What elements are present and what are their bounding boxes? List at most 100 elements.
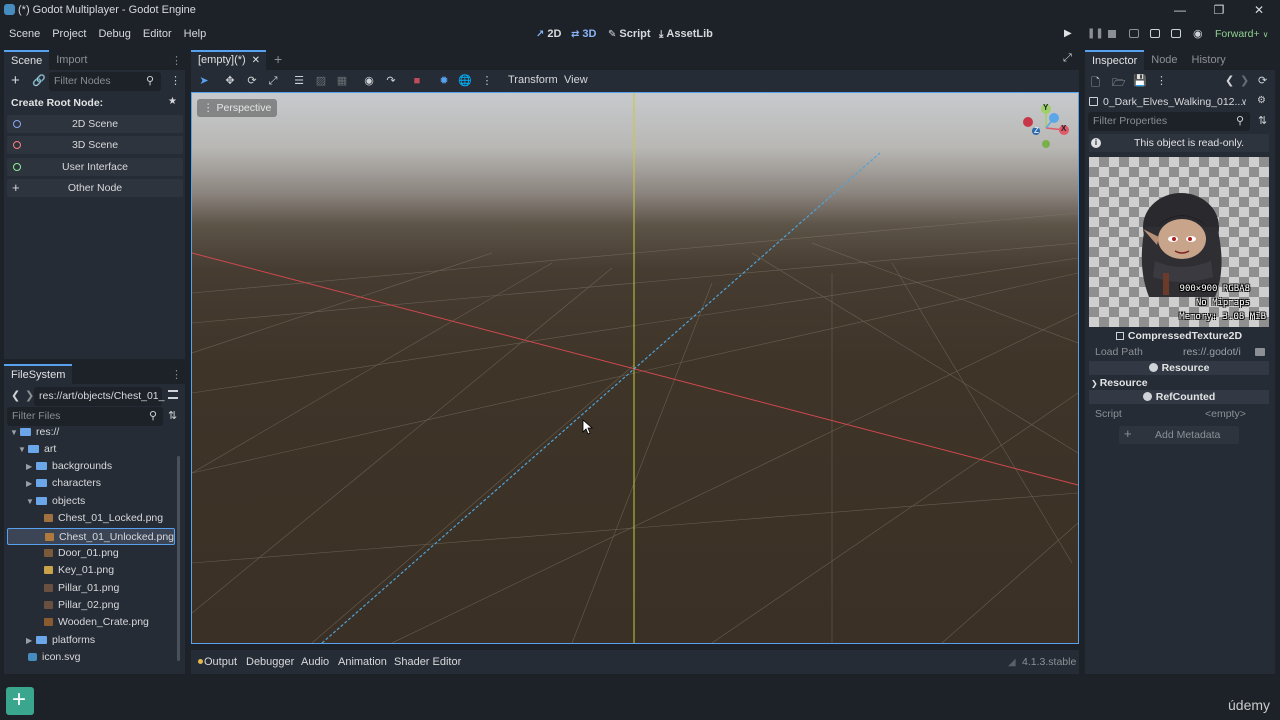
tree-item-pillar-02[interactable]: Pillar_02.png bbox=[7, 597, 175, 614]
maximize-button[interactable]: ❐ bbox=[1199, 0, 1239, 20]
filter-options-icon[interactable]: ⇅ bbox=[1258, 114, 1267, 127]
new-resource-icon[interactable]: 🗋 bbox=[1091, 74, 1100, 93]
lock-icon[interactable]: ▨ bbox=[314, 74, 328, 88]
root-user-interface-button[interactable]: User Interface bbox=[7, 158, 183, 176]
tree-item-chest-locked[interactable]: Chest_01_Locked.png bbox=[7, 510, 175, 527]
dock-menu-icon[interactable]: ⋮ bbox=[171, 54, 182, 67]
split-view-icon[interactable] bbox=[168, 390, 178, 399]
filesystem-path-field[interactable]: res://art/objects/Chest_01_ bbox=[34, 387, 164, 406]
move-tool-icon[interactable]: ✥ bbox=[223, 74, 237, 88]
sort-icon[interactable]: ⇅ bbox=[168, 409, 177, 422]
distraction-free-icon[interactable]: ⤢ bbox=[1063, 52, 1072, 65]
history-forward-icon[interactable]: ❯ bbox=[1240, 74, 1249, 87]
folder-open-icon[interactable] bbox=[1255, 348, 1265, 356]
tree-item-door[interactable]: Door_01.png bbox=[7, 545, 175, 562]
favorites-star-icon[interactable]: ★ bbox=[168, 96, 177, 107]
snap-icon[interactable]: ↷ bbox=[384, 74, 398, 88]
scene-tab-empty[interactable]: [empty](*) ✕ bbox=[191, 50, 266, 70]
filter-properties-input[interactable]: Filter Properties bbox=[1088, 112, 1250, 131]
tree-item-wooden-crate[interactable]: Wooden_Crate.png bbox=[7, 614, 175, 631]
resource-menu-icon[interactable]: ⋮ bbox=[1156, 74, 1167, 87]
resource-group[interactable]: ❯ Resource bbox=[1089, 376, 1269, 390]
local-space-icon[interactable]: ◉ bbox=[362, 74, 376, 88]
remote-debug-icon[interactable] bbox=[1129, 29, 1139, 38]
filesystem-menu-icon[interactable]: ⋮ bbox=[171, 368, 182, 381]
close-tab-icon[interactable]: ✕ bbox=[252, 52, 260, 69]
tab-filesystem[interactable]: FileSystem bbox=[4, 364, 73, 384]
bottom-tab-audio[interactable]: Audio bbox=[301, 656, 329, 668]
play-scene-icon[interactable] bbox=[1150, 29, 1160, 38]
tab-history[interactable]: History bbox=[1185, 50, 1233, 70]
stop-icon[interactable] bbox=[1108, 30, 1116, 38]
add-metadata-button[interactable]: + Add Metadata bbox=[1119, 426, 1239, 444]
menu-scene[interactable]: Scene bbox=[3, 28, 46, 40]
add-tab-icon[interactable]: + bbox=[274, 51, 282, 67]
perspective-button[interactable]: ⋮ Perspective bbox=[197, 99, 278, 117]
script-value[interactable]: <empty> bbox=[1205, 407, 1246, 421]
root-3d-scene-button[interactable]: 3D Scene bbox=[7, 136, 183, 154]
resource-selector[interactable]: 0_Dark_Elves_Walking_012.... ∨ bbox=[1089, 94, 1249, 110]
tree-item-icon-svg[interactable]: icon.svg bbox=[7, 649, 175, 666]
bottom-tab-shader-editor[interactable]: Shader Editor bbox=[394, 656, 461, 668]
object-properties-icon[interactable]: ⚙ bbox=[1257, 95, 1266, 106]
tab-node[interactable]: Node bbox=[1144, 50, 1184, 70]
list-select-icon[interactable]: ☰ bbox=[292, 74, 306, 88]
tab-inspector[interactable]: Inspector bbox=[1085, 50, 1145, 70]
play-custom-scene-icon[interactable] bbox=[1171, 29, 1181, 38]
refcounted-section-header[interactable]: RefCounted bbox=[1089, 390, 1269, 404]
menu-editor[interactable]: Editor bbox=[137, 28, 178, 40]
forward-arrow-icon[interactable]: ❯ bbox=[25, 389, 34, 402]
tree-item-chest-unlocked[interactable]: Chest_01_Unlocked.png bbox=[7, 528, 175, 545]
workspace-2d-button[interactable]: ↗ 2D bbox=[536, 28, 561, 40]
tab-import[interactable]: Import bbox=[49, 50, 94, 70]
menu-help[interactable]: Help bbox=[178, 28, 213, 40]
movie-maker-icon[interactable]: ◉ bbox=[1193, 27, 1203, 40]
tree-item-pillar-01[interactable]: Pillar_01.png bbox=[7, 580, 175, 597]
tab-scene[interactable]: Scene bbox=[4, 50, 50, 70]
add-overlay-button[interactable]: + bbox=[6, 687, 34, 715]
close-button[interactable]: ✕ bbox=[1239, 0, 1279, 20]
link-icon[interactable]: 🔗 bbox=[32, 74, 46, 87]
orientation-gizmo[interactable]: Y X Z bbox=[1020, 102, 1072, 150]
back-arrow-icon[interactable]: ❮ bbox=[11, 389, 20, 402]
transform-menu[interactable]: Transform bbox=[508, 74, 558, 86]
group-icon[interactable]: ▦ bbox=[335, 74, 349, 88]
sun-preview-icon[interactable]: ✹ bbox=[437, 74, 451, 88]
view-menu[interactable]: View bbox=[564, 74, 588, 86]
filesystem-scrollbar[interactable] bbox=[177, 456, 180, 661]
tree-item-objects[interactable]: ▼ objects bbox=[7, 493, 175, 510]
filter-nodes-input[interactable]: Filter Nodes bbox=[49, 72, 161, 91]
workspace-3d-button[interactable]: ⇄ 3D bbox=[571, 28, 596, 40]
root-other-node-button[interactable]: + Other Node bbox=[7, 179, 183, 197]
renderer-select[interactable]: Forward+ ∨ bbox=[1215, 28, 1268, 40]
scene-options-icon[interactable]: ⋮ bbox=[170, 74, 181, 87]
workspace-assetlib-button[interactable]: ⤓ AssetLib bbox=[659, 28, 713, 40]
add-node-icon[interactable]: + bbox=[11, 72, 20, 89]
menu-debug[interactable]: Debug bbox=[92, 28, 136, 40]
tree-item-key[interactable]: Key_01.png bbox=[7, 562, 175, 579]
open-resource-icon[interactable]: 🗁 bbox=[1112, 74, 1126, 93]
bottom-tab-animation[interactable]: Animation bbox=[338, 656, 387, 668]
pause-icon[interactable]: ❚❚ bbox=[1087, 28, 1104, 39]
minimize-button[interactable]: — bbox=[1160, 0, 1200, 20]
tree-item-backgrounds[interactable]: ▶ backgrounds bbox=[7, 458, 175, 475]
scale-tool-icon[interactable]: ⤢ bbox=[266, 74, 280, 88]
tree-item-res[interactable]: ▼ res:// bbox=[7, 424, 175, 441]
object-history-icon[interactable]: ⟳ bbox=[1258, 74, 1267, 87]
menu-project[interactable]: Project bbox=[46, 28, 92, 40]
root-2d-scene-button[interactable]: 2D Scene bbox=[7, 115, 183, 133]
tree-item-characters[interactable]: ▶ characters bbox=[7, 475, 175, 492]
history-back-icon[interactable]: ❮ bbox=[1225, 74, 1234, 87]
rotate-tool-icon[interactable]: ⟳ bbox=[245, 74, 259, 88]
workspace-script-button[interactable]: ✎ Script bbox=[608, 28, 651, 40]
bottom-tab-debugger[interactable]: Debugger bbox=[246, 656, 294, 668]
more-options-icon[interactable]: ⋮ bbox=[480, 74, 494, 88]
3d-viewport[interactable] bbox=[191, 92, 1079, 644]
tree-item-art[interactable]: ▼ art bbox=[7, 441, 175, 458]
environment-preview-icon[interactable]: 🌐 bbox=[458, 74, 472, 88]
tree-item-platforms[interactable]: ▶ platforms bbox=[7, 632, 175, 649]
load-path-value[interactable]: res://.godot/i bbox=[1183, 345, 1241, 359]
bottom-tab-output[interactable]: Output bbox=[204, 656, 237, 668]
save-resource-icon[interactable]: 💾 bbox=[1133, 74, 1147, 87]
select-tool-icon[interactable]: ➤ bbox=[197, 74, 211, 88]
